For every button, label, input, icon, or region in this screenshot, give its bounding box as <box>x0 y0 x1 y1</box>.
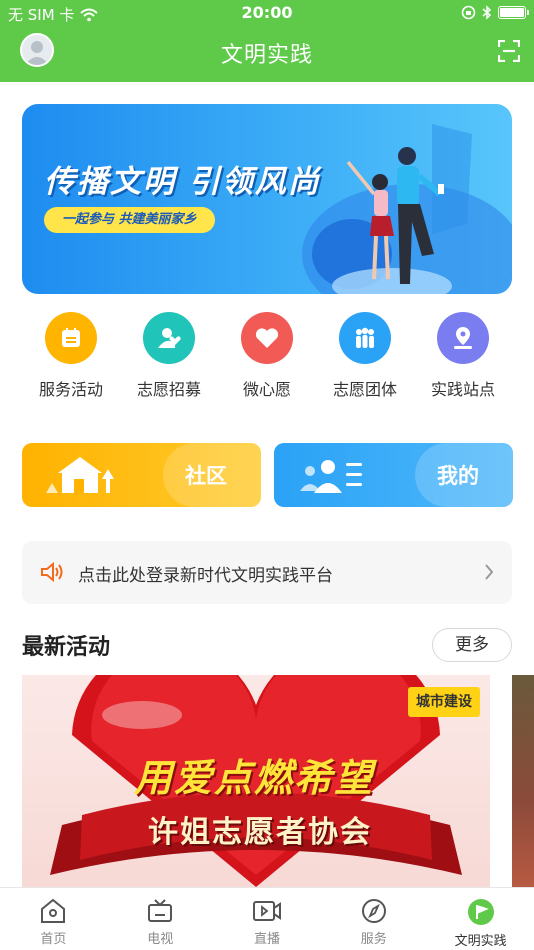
chevron-right-icon <box>485 564 494 580</box>
home-icon <box>41 898 66 923</box>
tab-label: 文明实践 <box>454 934 507 949</box>
banner-title: 传播文明 引领风尚 <box>44 164 321 200</box>
user-card-icon <box>300 460 362 493</box>
scan-icon[interactable] <box>498 40 520 62</box>
volunteer-icon <box>143 312 195 364</box>
tab-label: 电视 <box>147 932 174 947</box>
bottom-tab-bar: 首页 电视 直播 服务 文明实践 <box>0 887 534 950</box>
quick-item-practice-sites[interactable]: 实践站点 <box>414 312 512 412</box>
quick-item-service-activities[interactable]: 服务活动 <box>22 312 120 412</box>
my-card[interactable]: 我的 <box>274 443 513 507</box>
more-button[interactable]: 更多 <box>432 628 512 662</box>
header: 无 SIM 卡 20:00 文明实践 <box>0 0 534 82</box>
tab-live[interactable]: 直播 <box>214 888 321 950</box>
heart-icon <box>241 312 293 364</box>
activity-card[interactable]: 用爱点燃希望 许姐志愿者协会 城市建设 <box>22 675 490 887</box>
tab-label: 服务 <box>360 932 387 947</box>
tab-civilization-practice[interactable]: 文明实践 <box>427 888 534 950</box>
compass-icon <box>361 899 386 923</box>
section-title: 最新活动 <box>22 635 111 660</box>
tv-icon <box>148 899 173 922</box>
status-right <box>461 5 529 20</box>
quick-item-label: 实践站点 <box>430 380 495 399</box>
nav-bar: 文明实践 <box>0 28 534 82</box>
quick-item-label: 志愿团体 <box>332 380 397 399</box>
quick-item-volunteer-groups[interactable]: 志愿团体 <box>316 312 414 412</box>
status-time: 20:00 <box>241 3 293 22</box>
quick-item-label: 微心愿 <box>242 380 291 399</box>
login-notice-bar[interactable]: 点击此处登录新时代文明实践平台 <box>22 541 512 604</box>
quick-item-label: 志愿招募 <box>136 380 201 399</box>
orientation-lock-icon <box>461 5 476 20</box>
activity-image-text: 用爱点燃希望 <box>133 756 374 800</box>
house-icon <box>46 457 114 493</box>
bluetooth-icon <box>482 5 492 20</box>
quick-item-micro-wish[interactable]: 微心愿 <box>218 312 316 412</box>
app-root: 无 SIM 卡 20:00 文明实践 传播文明 引领风尚 一起参与 共建美丽家乡… <box>0 0 534 950</box>
battery-icon <box>498 6 529 19</box>
calendar-icon <box>45 312 97 364</box>
tab-service[interactable]: 服务 <box>320 888 427 950</box>
page-title: 文明实践 <box>220 43 313 68</box>
tab-label: 直播 <box>253 932 280 947</box>
quick-menu: 服务活动 志愿招募 微心愿 志愿团体 实践站点 <box>22 312 512 412</box>
community-card-label: 社区 <box>185 464 227 488</box>
my-card-label: 我的 <box>437 464 479 488</box>
quick-item-volunteer-recruit[interactable]: 志愿招募 <box>120 312 218 412</box>
status-bar: 无 SIM 卡 20:00 <box>0 0 534 28</box>
promo-banner[interactable]: 传播文明 引领风尚 一起参与 共建美丽家乡 <box>22 104 512 294</box>
community-card[interactable]: 社区 <box>22 443 261 507</box>
flag-icon <box>467 899 494 925</box>
activity-tag-badge: 城市建设 <box>408 687 480 717</box>
live-video-icon <box>252 901 281 921</box>
notice-text: 点击此处登录新时代文明实践平台 <box>78 566 333 586</box>
tab-tv[interactable]: 电视 <box>107 888 214 950</box>
location-icon <box>437 312 489 364</box>
speaker-icon <box>41 562 63 582</box>
group-icon <box>339 312 391 364</box>
banner-subtitle: 一起参与 共建美丽家乡 <box>44 207 215 233</box>
quick-item-label: 服务活动 <box>38 380 103 399</box>
activity-image-text: 许姐志愿者协会 <box>148 815 372 850</box>
tab-home[interactable]: 首页 <box>0 888 107 950</box>
activity-card-next[interactable] <box>512 675 534 887</box>
tab-label: 首页 <box>40 932 67 947</box>
